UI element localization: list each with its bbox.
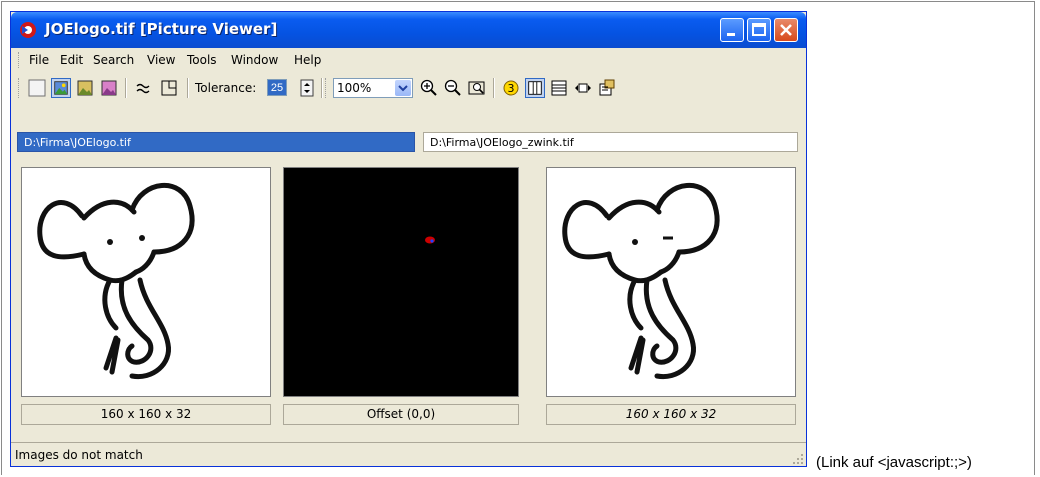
- toolbar: Tolerance: 25 100% 3: [15, 75, 802, 101]
- menu-file[interactable]: File: [29, 53, 49, 67]
- zoom-out-icon[interactable]: [443, 78, 463, 98]
- elephant-wink-image: [562, 182, 720, 380]
- right-image-panel[interactable]: [546, 167, 796, 397]
- minimize-button[interactable]: [720, 18, 744, 42]
- picture-pink-icon[interactable]: [99, 78, 119, 98]
- toolbar-separator: [321, 78, 322, 98]
- elephant-image: [37, 182, 195, 380]
- tolerance-input[interactable]: 25: [267, 79, 287, 96]
- window-title: JOElogo.tif [Picture Viewer]: [45, 20, 278, 38]
- status-bar: Images do not match: [11, 442, 806, 467]
- zoom-fit-icon[interactable]: [467, 78, 487, 98]
- zoom-select[interactable]: 100%: [333, 78, 413, 98]
- toolbar-separator: [187, 78, 188, 98]
- left-image-caption: 160 x 160 x 32: [21, 404, 271, 425]
- picture-yellow-icon[interactable]: [75, 78, 95, 98]
- toolbar-grip[interactable]: [325, 78, 329, 98]
- toolbar-separator: [493, 78, 494, 98]
- properties-icon[interactable]: [597, 78, 617, 98]
- zoom-in-icon[interactable]: [419, 78, 439, 98]
- zoom-value: 100%: [337, 81, 372, 95]
- toolbar-grip[interactable]: [18, 78, 22, 98]
- left-image-path[interactable]: D:\Firma\JOElogo.tif: [17, 132, 415, 152]
- maximize-button[interactable]: [747, 18, 771, 42]
- menu-grip[interactable]: [18, 52, 22, 68]
- resize-grip-icon[interactable]: [792, 453, 804, 465]
- maximize-icon: [752, 23, 766, 36]
- difference-marker: [425, 236, 435, 244]
- stacked-view-icon[interactable]: [549, 78, 569, 98]
- info-icon[interactable]: 3: [501, 78, 521, 98]
- menu-search[interactable]: Search: [93, 53, 134, 67]
- tolerance-spinner-icon[interactable]: [297, 78, 317, 98]
- side-by-side-icon[interactable]: [525, 78, 545, 98]
- toolbar-separator: [125, 78, 126, 98]
- menu-help[interactable]: Help: [294, 53, 321, 67]
- menu-tools[interactable]: Tools: [187, 53, 217, 67]
- right-image-path[interactable]: D:\Firma\JOElogo_zwink.tif: [423, 132, 798, 152]
- app-icon: [20, 22, 36, 38]
- title-bar[interactable]: JOElogo.tif [Picture Viewer]: [11, 12, 806, 48]
- menu-view[interactable]: View: [147, 53, 175, 67]
- chevron-down-icon[interactable]: [395, 80, 411, 96]
- left-image-panel[interactable]: [21, 167, 271, 397]
- minimize-icon: [727, 33, 735, 36]
- blank-image-icon[interactable]: [27, 78, 47, 98]
- svg-text:3: 3: [508, 82, 515, 95]
- fit-window-icon[interactable]: [159, 78, 179, 98]
- close-icon: [780, 24, 792, 36]
- picture-viewer-window: JOElogo.tif [Picture Viewer] File Edit S…: [10, 11, 807, 467]
- flip-icon[interactable]: [573, 78, 593, 98]
- external-link[interactable]: (Link auf <javascript:;>): [816, 454, 972, 471]
- offset-caption: Offset (0,0): [283, 404, 519, 425]
- tolerance-label: Tolerance:: [195, 81, 257, 95]
- menu-bar: File Edit Search View Tools Window Help: [15, 50, 802, 70]
- picture-icon[interactable]: [51, 78, 71, 98]
- status-text: Images do not match: [15, 448, 143, 462]
- menu-window[interactable]: Window: [231, 53, 278, 67]
- difference-panel[interactable]: [283, 167, 519, 397]
- close-button[interactable]: [774, 18, 798, 42]
- right-image-caption: 160 x 160 x 32: [546, 404, 796, 425]
- menu-edit[interactable]: Edit: [60, 53, 83, 67]
- approx-equal-icon[interactable]: [133, 78, 153, 98]
